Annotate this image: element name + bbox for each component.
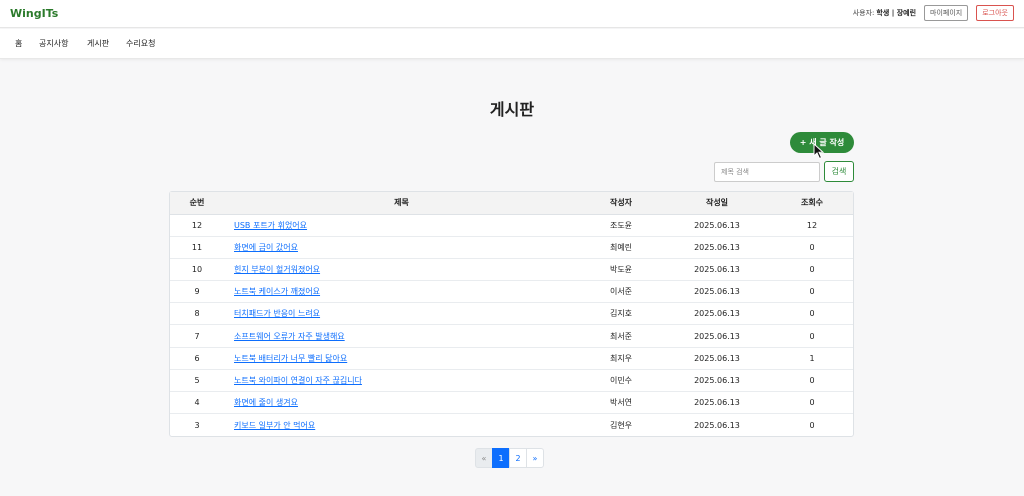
column-header-views: 조회수 [771, 192, 853, 215]
row-author: 최예린 [579, 236, 663, 259]
row-number: 8 [170, 302, 224, 326]
table-row: 4 화면에 줄이 생겨요 박서연 2025.06.13 0 [170, 391, 853, 415]
nav-item-board[interactable]: 게시판 [87, 38, 109, 49]
pagination-next[interactable]: » [526, 448, 544, 468]
row-number: 4 [170, 391, 224, 415]
title-cell: USB 포트가 휘었어요 [224, 214, 579, 237]
table-header-row: 순번 제목 작성자 작성일 조회수 [170, 192, 853, 215]
row-author: 최지우 [579, 347, 663, 370]
row-date: 2025.06.13 [663, 258, 771, 282]
board-table: 순번 제목 작성자 작성일 조회수 12 USB 포트가 휘었어요 조도윤 2025.… [169, 191, 854, 437]
row-views: 0 [771, 369, 853, 393]
pagination-prev: « [475, 448, 493, 468]
table-row: 11 화면에 금이 갔어요 최예린 2025.06.13 0 [170, 236, 853, 259]
row-author: 박서연 [579, 391, 663, 415]
row-views: 1 [771, 347, 853, 370]
title-cell: 힌지 부분이 헐거워졌어요 [224, 258, 579, 282]
pagination-page-1[interactable]: 1 [492, 448, 510, 468]
row-number: 3 [194, 420, 200, 430]
user-box: 사용자: 학생 | 장예린 마이페이지 로그아웃 [853, 5, 1014, 21]
mouse-cursor-icon [813, 143, 825, 160]
post-title-link[interactable]: 화면에 금이 갔어요 [234, 243, 298, 252]
user-label: 사용자: [852, 9, 875, 17]
table-row: 7 소프트웨어 오류가 자주 발생해요 최서준 2025.06.13 0 [170, 324, 853, 348]
title-cell: 노트북 케이스가 깨졌어요 [224, 280, 579, 304]
table-row: 3 키보드 일부가 안 먹어요 김현우 2025.06.13 0 [170, 414, 853, 436]
post-title-link[interactable]: 노트북 케이스가 깨졌어요 [234, 287, 320, 296]
row-date: 2025.06.13 [663, 391, 771, 415]
title-cell: 화면에 줄이 생겨요 [224, 391, 579, 415]
row-number: 6 [170, 347, 224, 370]
row-date: 2025.06.13 [663, 347, 771, 370]
row-date: 2025.06.13 [663, 280, 771, 304]
title-cell: 노트북 배터리가 너무 빨리 닳아요 [224, 347, 579, 370]
row-date: 2025.06.13 [663, 324, 771, 348]
title-cell: 터치패드가 반응이 느려요 [224, 302, 579, 326]
post-title-link[interactable]: 힌지 부분이 헐거워졌어요 [234, 265, 320, 274]
brand-logo[interactable]: WingITs [10, 7, 58, 20]
column-header-no: 순번 [170, 192, 224, 215]
row-number: 9 [170, 280, 224, 304]
search-input[interactable] [714, 162, 820, 182]
row-author: 박도윤 [579, 258, 663, 282]
row-author: 최서준 [579, 324, 663, 348]
row-date: 2025.06.13 [663, 214, 771, 237]
row-views: 0 [771, 258, 853, 282]
row-number: 12 [170, 214, 224, 237]
row-views: 0 [771, 391, 853, 415]
row-author: 조도윤 [579, 214, 663, 237]
table-row: 8 터치패드가 반응이 느려요 김지호 2025.06.13 0 [170, 302, 853, 326]
row-number: 10 [170, 258, 224, 282]
column-header-date: 작성일 [663, 192, 771, 215]
row-author: 김현우 [609, 420, 633, 430]
row-author: 이민수 [579, 369, 663, 393]
row-author: 이서준 [579, 280, 663, 304]
column-header-title: 제목 [224, 192, 579, 215]
row-date: 2025.06.13 [694, 420, 740, 430]
top-bar: WingITs 사용자: 학생 | 장예린 마이페이지 로그아웃 [0, 0, 1024, 28]
row-views: 0 [809, 420, 815, 430]
mypage-button[interactable]: 마이페이지 [924, 5, 969, 21]
post-title-link[interactable]: 노트북 배터리가 너무 빨리 닳아요 [234, 354, 347, 363]
table-row: 9 노트북 케이스가 깨졌어요 이서준 2025.06.13 0 [170, 280, 853, 304]
row-date: 2025.06.13 [663, 236, 771, 259]
post-title-link[interactable]: 키보드 일부가 안 먹어요 [234, 421, 315, 430]
row-number: 5 [170, 369, 224, 393]
row-date: 2025.06.13 [663, 369, 771, 393]
row-views: 0 [771, 280, 853, 304]
main-nav: 홈 공지사항 게시판 수리요청 [0, 29, 1024, 59]
user-name: 학생 | 장예린 [876, 9, 917, 17]
row-number: 11 [170, 236, 224, 259]
title-cell: 키보드 일부가 안 먹어요 [224, 414, 579, 436]
row-views: 0 [771, 236, 853, 259]
row-date: 2025.06.13 [663, 302, 771, 326]
row-views: 0 [771, 324, 853, 348]
title-cell: 화면에 금이 갔어요 [224, 236, 579, 259]
table-row: 5 노트북 와이파이 연결이 자주 끊깁니다 이민수 2025.06.13 0 [170, 369, 853, 393]
title-cell: 노트북 와이파이 연결이 자주 끊깁니다 [224, 369, 579, 393]
logout-button[interactable]: 로그아웃 [976, 5, 1014, 21]
post-title-link[interactable]: 소프트웨어 오류가 자주 발생해요 [234, 332, 345, 341]
nav-item-home[interactable]: 홈 [15, 38, 22, 49]
row-views: 12 [771, 214, 853, 237]
search-button[interactable]: 검색 [824, 161, 854, 182]
row-author: 김지호 [579, 302, 663, 326]
row-views: 0 [771, 302, 853, 326]
page-title: 게시판 [489, 100, 535, 119]
post-title-link[interactable]: USB 포트가 휘었어요 [234, 221, 307, 230]
nav-item-repair-request[interactable]: 수리요청 [126, 38, 155, 49]
title-cell: 소프트웨어 오류가 자주 발생해요 [224, 324, 579, 348]
post-title-link[interactable]: 화면에 줄이 생겨요 [234, 398, 298, 407]
post-title-link[interactable]: 터치패드가 반응이 느려요 [234, 309, 320, 318]
nav-item-notices[interactable]: 공지사항 [39, 38, 68, 49]
table-row: 10 힌지 부분이 헐거워졌어요 박도윤 2025.06.13 0 [170, 258, 853, 282]
row-number: 7 [170, 324, 224, 348]
column-header-author: 작성자 [579, 192, 663, 215]
pagination-page-2[interactable]: 2 [509, 448, 527, 468]
post-title-link[interactable]: 노트북 와이파이 연결이 자주 끊깁니다 [234, 376, 362, 385]
pagination: « 1 2 » [475, 448, 544, 468]
table-row: 12 USB 포트가 휘었어요 조도윤 2025.06.13 12 [170, 214, 853, 237]
table-row: 6 노트북 배터리가 너무 빨리 닳아요 최지우 2025.06.13 1 [170, 347, 853, 370]
